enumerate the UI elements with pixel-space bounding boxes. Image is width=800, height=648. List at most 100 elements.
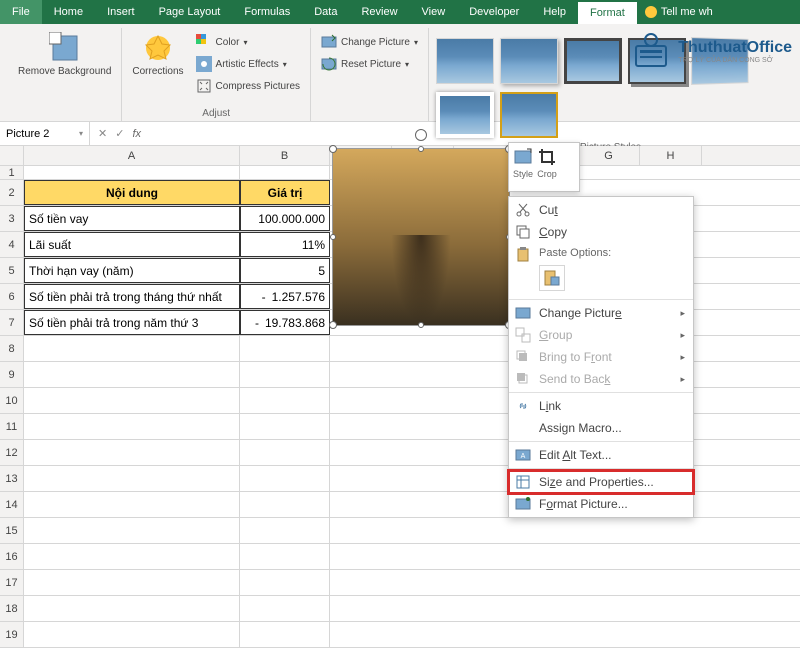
corrections-button[interactable]: Corrections (128, 28, 187, 82)
cell-A4[interactable]: Lãi suất (24, 232, 240, 257)
picture-style-2[interactable] (500, 38, 558, 84)
cell-A6[interactable]: Số tiền phải trả trong tháng thứ nhất (24, 284, 240, 309)
cell-A5[interactable]: Thời hạn vay (năm) (24, 258, 240, 283)
tab-file[interactable]: File (0, 0, 42, 24)
tab-data[interactable]: Data (302, 0, 349, 24)
adjust-group-label: Adjust (128, 106, 304, 121)
fx-icon[interactable]: fx (132, 128, 141, 140)
row-header-13[interactable]: 13 (0, 466, 24, 491)
cell-A3[interactable]: Số tiền vay (24, 206, 240, 231)
picture-style-7[interactable] (500, 92, 558, 138)
cell-A2[interactable]: Nội dung (24, 180, 240, 205)
context-size-properties[interactable]: Size and Properties... (509, 471, 693, 493)
mini-style-button[interactable]: Style (513, 147, 533, 187)
name-box-value: Picture 2 (6, 128, 49, 140)
row-header-10[interactable]: 10 (0, 388, 24, 413)
remove-bg-icon (49, 32, 81, 64)
accept-formula-icon[interactable]: ✓ (115, 127, 124, 140)
row-header-15[interactable]: 15 (0, 518, 24, 543)
change-picture-button[interactable]: Change Picture ▾ (317, 32, 422, 52)
row-header-9[interactable]: 9 (0, 362, 24, 387)
resize-handle-bl[interactable] (329, 321, 337, 329)
col-header-A[interactable]: A (24, 146, 240, 165)
tab-insert[interactable]: Insert (95, 0, 147, 24)
tab-formulas[interactable]: Formulas (232, 0, 302, 24)
picture-style-6[interactable] (436, 92, 494, 138)
paste-clipboard-icon (543, 269, 561, 287)
row-header-5[interactable]: 5 (0, 258, 24, 283)
context-change-picture[interactable]: Change Picture ▸ (509, 302, 693, 324)
tab-developer[interactable]: Developer (457, 0, 531, 24)
row-header-12[interactable]: 12 (0, 440, 24, 465)
col-header-H[interactable]: H (640, 146, 702, 165)
group-icon (515, 327, 531, 343)
row-header-4[interactable]: 4 (0, 232, 24, 257)
tab-page-layout[interactable]: Page Layout (147, 0, 233, 24)
cell-B4[interactable]: 11% (240, 232, 330, 257)
context-menu: Cut Copy Paste Options: Change Picture ▸… (508, 196, 694, 518)
row-header-7[interactable]: 7 (0, 310, 24, 335)
tab-review[interactable]: Review (349, 0, 409, 24)
compress-pictures-button[interactable]: Compress Pictures (192, 76, 304, 96)
tab-home[interactable]: Home (42, 0, 95, 24)
col-header-G[interactable]: G (578, 146, 640, 165)
context-edit-alt-text[interactable]: A Edit Alt Text... (509, 444, 693, 466)
bulb-icon (645, 6, 657, 18)
artistic-effects-button[interactable]: Artistic Effects ▾ (192, 54, 304, 74)
watermark-sub: TRỢ LÝ CỦA DÂN CÔNG SỞ (678, 57, 792, 64)
row-header-2[interactable]: 2 (0, 180, 24, 205)
ribbon-group-adjust: Corrections Color ▾ Artistic Effects ▾ C… (122, 28, 311, 121)
context-link[interactable]: Link (509, 395, 693, 417)
context-cut[interactable]: Cut (509, 199, 693, 221)
context-copy[interactable]: Copy (509, 221, 693, 243)
tab-help[interactable]: Help (531, 0, 578, 24)
selected-picture[interactable] (332, 148, 510, 326)
row-header-18[interactable]: 18 (0, 596, 24, 621)
cell-A1[interactable] (24, 166, 240, 179)
row-header-16[interactable]: 16 (0, 544, 24, 569)
tell-me[interactable]: Tell me wh (645, 6, 713, 18)
remove-background-button[interactable]: Remove Background (14, 28, 115, 82)
tab-view[interactable]: View (410, 0, 458, 24)
sheet-area: A B C D E F G H 1 2 Nội dung Giá trị 3 S… (0, 146, 800, 648)
tab-format[interactable]: Format (578, 0, 637, 24)
name-box-dropdown-icon[interactable]: ▾ (79, 129, 83, 138)
col-header-B[interactable]: B (240, 146, 330, 165)
resize-handle-l[interactable] (330, 234, 336, 240)
copy-icon (515, 224, 531, 240)
send-back-icon (515, 371, 531, 387)
row-header-11[interactable]: 11 (0, 414, 24, 439)
color-button[interactable]: Color ▾ (192, 32, 304, 52)
mini-crop-button[interactable]: Crop (537, 147, 557, 187)
resize-handle-t[interactable] (418, 146, 424, 152)
cell-B1[interactable] (240, 166, 330, 179)
row-header-14[interactable]: 14 (0, 492, 24, 517)
row-header-1[interactable]: 1 (0, 166, 24, 179)
picture-style-3[interactable] (564, 38, 622, 84)
cell-A7[interactable]: Số tiền phải trả trong năm thứ 3 (24, 310, 240, 335)
context-assign-macro[interactable]: Assign Macro... (509, 417, 693, 439)
picture-content (333, 149, 509, 325)
reset-picture-button[interactable]: Reset Picture ▾ (317, 54, 422, 74)
rotate-handle[interactable] (415, 129, 427, 141)
cancel-formula-icon[interactable]: ✕ (98, 127, 107, 140)
row-header-3[interactable]: 3 (0, 206, 24, 231)
cell-B6[interactable]: -1.257.576 (240, 284, 330, 309)
tell-me-label: Tell me wh (661, 6, 713, 18)
name-box[interactable]: Picture 2 ▾ (0, 122, 90, 145)
row-header-6[interactable]: 6 (0, 284, 24, 309)
resize-handle-tl[interactable] (329, 145, 337, 153)
select-all-corner[interactable] (0, 146, 24, 165)
reset-picture-label: Reset Picture (341, 59, 401, 70)
context-format-picture[interactable]: Format Picture... (509, 493, 693, 515)
picture-style-1[interactable] (436, 38, 494, 84)
paste-option-picture[interactable] (539, 265, 565, 291)
row-header-17[interactable]: 17 (0, 570, 24, 595)
cell-B3[interactable]: 100.000.000 (240, 206, 330, 231)
row-header-19[interactable]: 19 (0, 622, 24, 647)
resize-handle-b[interactable] (418, 322, 424, 328)
row-header-8[interactable]: 8 (0, 336, 24, 361)
cell-B5[interactable]: 5 (240, 258, 330, 283)
cell-B2[interactable]: Giá trị (240, 180, 330, 205)
cell-B7[interactable]: -19.783.868 (240, 310, 330, 335)
